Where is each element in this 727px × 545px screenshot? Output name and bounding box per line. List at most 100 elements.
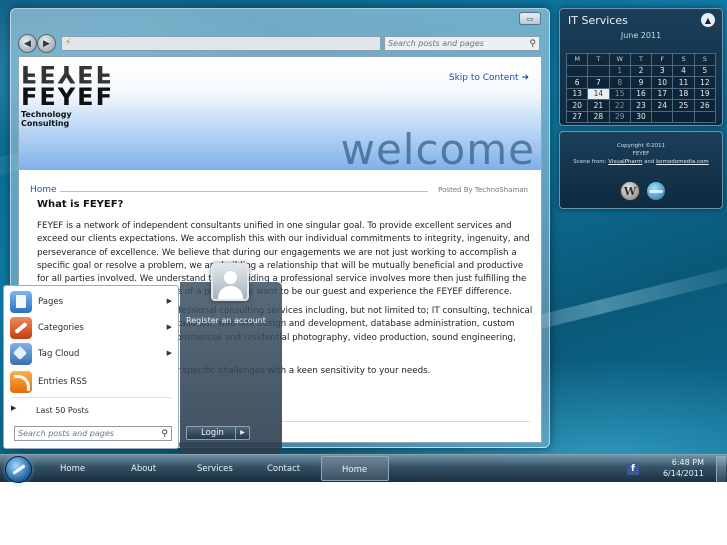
copyright-owner: FEYEF [632,151,650,157]
calendar-empty-cell [693,110,717,123]
arrow-right-icon: ➜ [521,73,529,83]
calendar-month: June 2011 [620,31,662,40]
calendar-day[interactable]: 11 [672,76,695,89]
calendar-day[interactable]: 15 [608,87,631,100]
calendar-day[interactable]: 13 [565,87,589,100]
calendar-day[interactable]: 22 [608,99,631,112]
taskbar-link-about[interactable]: About [131,464,156,474]
calendar-day[interactable]: 1 [608,64,631,77]
wordpress-icon[interactable]: W [620,181,640,201]
calendar-day[interactable]: 7 [587,76,610,89]
search-icon[interactable]: ⚲ [161,428,168,441]
address-bar[interactable]: ⚡ [61,36,381,51]
calendar-day[interactable]: 25 [672,99,695,112]
calendar-week-row: 13 14 15 16 17 18 19 [565,87,717,100]
taskbar-active-home[interactable]: Home [321,456,389,481]
calendar-day[interactable]: 23 [629,99,653,112]
calendar-day[interactable]: 3 [651,64,674,77]
menu-item-entries-rss[interactable]: Entries RSS [9,371,175,393]
taskbar-active-label: Home [342,465,368,475]
calendar-day[interactable]: 24 [651,99,674,112]
calendar-day[interactable]: 28 [587,110,610,123]
taskbar-link-services[interactable]: Services [197,464,233,474]
start-menu-items-pane: Pages ▶ Categories ▶ Tag Cloud ▶ Entries… [3,285,179,449]
chevron-right-icon: ▶ [166,323,172,331]
calendar-week-row: 27 28 29 30 [565,110,717,123]
calendar-day[interactable]: 8 [608,76,631,89]
calendar-day[interactable]: 29 [608,110,631,123]
menu-item-label: Entries RSS [38,377,88,387]
start-menu-search-input[interactable]: Search posts and pages ⚲ [14,426,172,441]
clock-date: 6/14/2011 [662,469,704,478]
copyright-line: Copyright ©2011 [616,143,666,149]
user-avatar[interactable] [211,263,249,301]
show-desktop-button[interactable] [716,456,726,482]
skip-link-label: Skip to Content [448,73,519,83]
back-button[interactable]: ◀ [18,34,37,53]
tag-icon [10,343,32,365]
chevron-right-icon: ▶ [166,297,172,305]
calendar-day[interactable]: 10 [651,76,674,89]
start-menu: Register an account Login ▶ Pages ▶ Cate… [0,282,282,454]
calendar-day[interactable]: 9 [629,76,653,89]
start-button[interactable] [5,456,32,483]
calendar-header-row: MTWTFSS [565,53,717,66]
calendar-day[interactable]: 19 [693,87,717,100]
calendar-day[interactable]: 14 [587,87,610,100]
login-button[interactable]: Login ▶ [186,426,250,440]
calendar-day[interactable]: 4 [672,64,695,77]
calendar-week-row: 12345 [565,64,717,77]
calendar-weekday: T [587,53,610,66]
logo-mirror-text: FEYEF [21,60,114,88]
credits-link[interactable]: komodomedia.com [656,159,709,165]
header-search-input[interactable]: Search posts and pages ⚲ [384,36,540,51]
logo-text: FEYEF [21,83,114,111]
register-link[interactable]: Register an account [186,316,266,325]
breadcrumb-home-link[interactable]: Home [30,185,57,195]
taskbar-link-home[interactable]: Home [60,464,85,474]
calendar-day[interactable]: 5 [693,64,717,77]
calendar-day[interactable]: 17 [651,87,674,100]
pages-icon [10,291,32,313]
window-close-button[interactable]: ▭ [519,12,541,25]
calendar-day[interactable]: 21 [587,99,610,112]
calendar-empty-cell [565,64,589,77]
menu-item-categories[interactable]: Categories ▶ [9,317,175,339]
credits-and: and [644,159,655,165]
calendar-day[interactable]: 12 [693,76,717,89]
search-icon[interactable]: ⚲ [529,38,536,51]
calendar-weekday: S [693,53,717,66]
chevron-right-icon[interactable]: ▶ [235,427,249,439]
chevron-right-icon: ▶ [11,404,17,412]
avatar-body [218,286,243,299]
calendar-day[interactable]: 30 [629,110,653,123]
calendar-day[interactable]: 18 [672,87,695,100]
calendar-day[interactable]: 27 [565,110,589,123]
calendar-empty-cell [672,110,695,123]
banner-welcome-text: welcome [340,125,535,174]
facebook-icon[interactable]: f [627,463,639,475]
calendar-weekday: M [565,53,589,66]
site-logo[interactable]: FEYEF FEYEF Technology Consulting [21,60,121,133]
gadget-title: IT Services [568,14,628,27]
rss-icon [10,371,32,393]
calendar-day[interactable]: 20 [565,99,589,112]
skip-to-content-link[interactable]: Skip to Content ➜ [449,73,529,83]
menu-item-label: Last 50 Posts [36,406,89,415]
calendar-day[interactable]: 26 [693,99,717,112]
calendar-gadget: IT Services ▲ June 2011 MTWTFSS123456789… [559,8,723,126]
credits-link[interactable]: VisualPharm [608,159,642,165]
globe-icon[interactable] [646,181,666,201]
forward-button[interactable]: ▶ [37,34,56,53]
menu-item-pages[interactable]: Pages ▶ [9,291,175,313]
copyright-gadget: Copyright ©2011 FEYEF Scene from: Visual… [559,131,723,209]
desktop: ▭ ◀ ▶ ⚡ Search posts and pages ⚲ FEYEF F… [0,0,727,482]
calendar-week-row: 20 21 22 23 24 25 26 [565,99,717,112]
calendar-empty-cell [587,64,610,77]
calendar-day[interactable]: 6 [565,76,589,89]
menu-item-tag-cloud[interactable]: Tag Cloud ▶ [9,343,175,365]
calendar-day[interactable]: 16 [629,87,653,100]
chevron-up-icon[interactable]: ▲ [701,13,715,27]
taskbar-link-contact[interactable]: Contact [267,464,300,474]
calendar-day[interactable]: 2 [629,64,653,77]
